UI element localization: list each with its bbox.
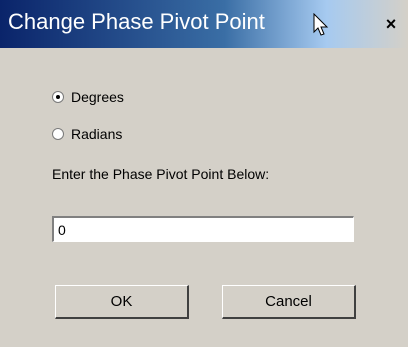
window-title: Change Phase Pivot Point xyxy=(8,9,265,34)
pivot-point-input[interactable]: 0 xyxy=(52,216,354,242)
degrees-radio-option[interactable]: Degrees xyxy=(52,86,124,108)
cancel-button[interactable]: Cancel xyxy=(222,285,356,319)
close-button[interactable]: × xyxy=(380,12,402,36)
title-bar[interactable]: Change Phase Pivot Point × xyxy=(0,0,408,48)
radians-radio-option[interactable]: Radians xyxy=(52,123,122,145)
radians-label: Radians xyxy=(71,126,123,142)
degrees-radio-button[interactable] xyxy=(52,91,64,103)
mouse-cursor-icon xyxy=(313,12,329,42)
degrees-label: Degrees xyxy=(71,89,124,105)
radians-radio-button[interactable] xyxy=(52,128,64,140)
pivot-prompt-label: Enter the Phase Pivot Point Below: xyxy=(52,166,270,182)
ok-button[interactable]: OK xyxy=(55,285,189,319)
